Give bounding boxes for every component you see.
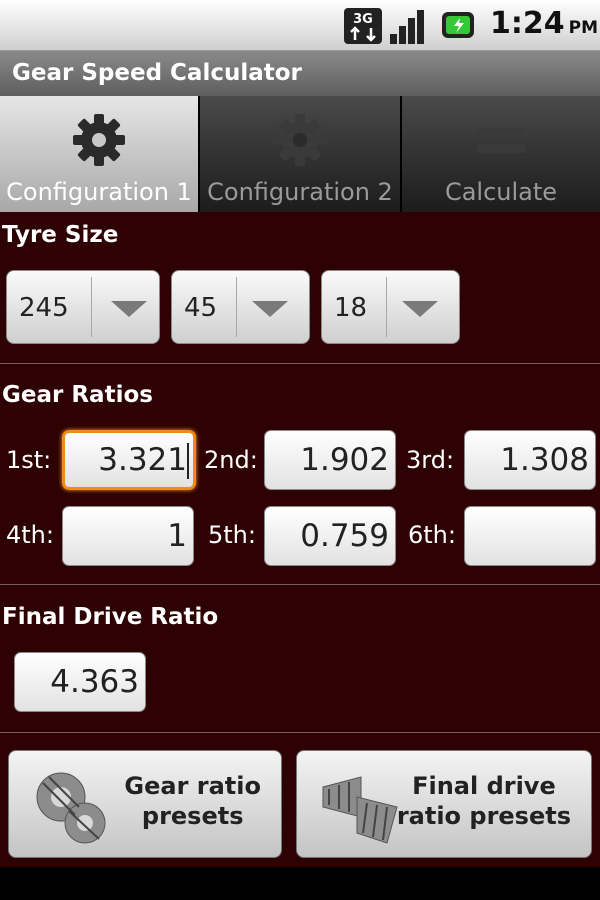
final-drive-title: Final Drive Ratio [2,604,219,630]
tyre-rim-value: 18 [334,293,368,323]
button-line: presets [141,802,244,830]
gear-5-field[interactable]: 0.759 [264,506,396,566]
gear-2-label: 2nd: [204,446,258,474]
clock: 1:24 PM [490,6,598,41]
network-3g-icon: 3G [344,8,382,44]
tab-configuration-2[interactable]: Configuration 2 [200,96,400,212]
gears-icon [36,772,106,844]
tyre-profile-value: 45 [184,293,218,323]
button-line: ratio presets [396,802,571,830]
gear-6-label: 6th: [408,521,456,549]
tab-bar: Configuration 1 Configuration 2 Calculat… [0,96,600,212]
gear-3-label: 3rd: [406,446,455,474]
signal-strength-icon [390,10,424,44]
clock-ampm: PM [568,18,599,38]
gear-2-field[interactable]: 1.902 [264,430,396,490]
bevel-gears-icon [322,776,398,844]
tyre-width-value: 245 [19,293,69,323]
battery-charging-icon [442,12,474,38]
gear-icon [73,114,125,166]
gear-4-field[interactable]: 1 [62,506,194,566]
tyre-size-title: Tyre Size [2,222,119,248]
final-drive-presets-button[interactable]: Final drive ratio presets [296,750,592,858]
network-type: 3G [353,12,373,27]
divider [0,363,600,364]
gear-ratio-presets-text: Gear ratio presets [124,771,261,831]
gear-ratio-presets-button[interactable]: Gear ratio presets [8,750,282,858]
divider [0,584,600,585]
tab-label: Calculate [444,178,558,206]
chevron-down-icon [252,301,288,317]
chevron-down-icon [402,301,438,317]
tab-label: Configuration 1 [6,178,192,206]
equals-icon [477,128,525,153]
tab-calculate[interactable]: Calculate [402,96,600,212]
gear-icon [274,114,326,166]
gear-3-field[interactable]: 1.308 [464,430,596,490]
bottom-bar [0,867,600,900]
tyre-width-spinner[interactable]: 245 [6,270,160,344]
divider [0,732,600,733]
app-title: Gear Speed Calculator [0,51,600,96]
tyre-profile-spinner[interactable]: 45 [171,270,310,344]
gear-1-field[interactable]: 3.321 [62,430,196,490]
tab-label: Configuration 2 [207,178,393,206]
clock-time: 1:24 [490,6,565,41]
button-line: Gear ratio [124,772,261,800]
gear-6-field[interactable] [464,506,596,566]
status-bar: 3G 1:24 PM [0,0,600,51]
tab-configuration-1[interactable]: Configuration 1 [0,96,198,212]
gear-ratios-title: Gear Ratios [2,382,153,408]
gear-5-label: 5th: [208,521,256,549]
button-line: Final drive [412,772,556,800]
gear-4-label: 4th: [6,521,54,549]
tyre-rim-spinner[interactable]: 18 [321,270,460,344]
final-drive-presets-text: Final drive ratio presets [397,771,571,831]
gear-1-label: 1st: [6,446,52,474]
final-drive-field[interactable]: 4.363 [14,652,146,712]
chevron-down-icon [111,301,147,317]
